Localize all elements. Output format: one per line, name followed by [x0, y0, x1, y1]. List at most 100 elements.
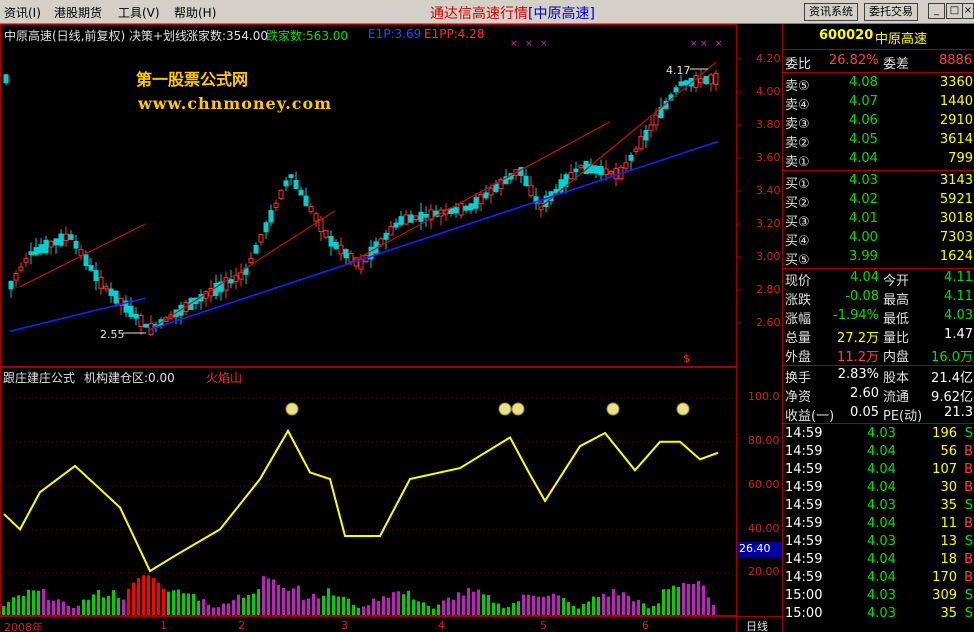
tick-volume: 170	[932, 570, 957, 585]
histogram-bar	[457, 592, 460, 615]
price-tick: 2.60	[756, 316, 781, 329]
candle-body	[313, 213, 319, 222]
candle-body	[3, 74, 9, 84]
candle-body	[228, 279, 234, 284]
histogram-bar	[82, 599, 85, 615]
stat-label: 收益(一)	[785, 409, 835, 424]
trade-button[interactable]: 委托交易	[864, 3, 918, 21]
candle-body	[13, 273, 19, 281]
stat-label: 流通	[883, 390, 910, 405]
tick-row: 15:00 4.03 35 S	[783, 605, 974, 624]
histogram-bar	[527, 594, 530, 615]
trend-line-red	[149, 210, 336, 331]
minimize-icon[interactable]: _	[928, 3, 945, 19]
tick-row: 14:59 4.04 30 B	[783, 479, 974, 498]
candle-body	[18, 266, 24, 271]
close-icon[interactable]: ×	[962, 3, 974, 19]
histogram-bar	[292, 588, 295, 615]
candle-body	[328, 236, 334, 247]
candle-body	[573, 168, 579, 173]
price-tick: 4.00	[756, 85, 781, 98]
histogram-bar	[117, 598, 120, 615]
tick-row: 15:00 4.03 309 S	[783, 587, 974, 606]
stock-name: 中原高速	[875, 32, 928, 47]
histogram-bar	[607, 596, 610, 615]
histogram-bar	[7, 601, 10, 615]
stat-value: -0.08	[845, 289, 879, 304]
menu-help[interactable]: 帮助(H)	[174, 4, 216, 21]
candle-body	[38, 244, 44, 254]
histogram-bar	[322, 595, 325, 615]
histogram-bar	[182, 593, 185, 615]
stat-value: 0.05	[850, 405, 879, 420]
histogram-bar	[297, 585, 300, 615]
tick-side: B	[964, 552, 973, 567]
histogram-bar	[682, 583, 685, 615]
menu-info[interactable]: 资讯(I)	[4, 4, 41, 21]
chart-area[interactable]: × × × × × × $ 中原高速(日线,前复权) 决策+划线 涨家数:354.00 跌家…	[0, 24, 782, 632]
histogram-bar	[327, 588, 330, 615]
candle-body	[403, 214, 409, 225]
tick-time: 14:59	[785, 444, 823, 459]
ask-row: 卖④ 4.07 1440	[783, 93, 974, 113]
ask-row: 卖⑤ 4.08 3360	[783, 74, 974, 94]
histogram-bar	[107, 595, 110, 615]
menu-hk-futures[interactable]: 港股期货	[54, 4, 102, 21]
histogram-bar	[592, 596, 595, 615]
indicator-tick: 20.00	[748, 565, 780, 578]
ask-price: 4.07	[849, 94, 878, 109]
tick-time: 15:00	[785, 588, 823, 603]
stat-label: 涨幅	[785, 312, 812, 327]
candle-body	[398, 216, 404, 225]
histogram-bar	[97, 589, 100, 615]
maximize-icon[interactable]: □	[946, 3, 963, 19]
indicator-current-value: 26.40	[737, 542, 781, 557]
bid-row: 买① 4.03 3143	[783, 172, 974, 192]
candle-body	[703, 75, 709, 85]
candle-body	[93, 270, 99, 282]
stock-code: 600020	[819, 28, 874, 43]
price-tick: 3.80	[756, 118, 781, 131]
histogram-bar	[687, 583, 690, 615]
bid-volume: 3018	[939, 211, 973, 226]
candle-body	[408, 214, 414, 223]
tick-side: B	[964, 516, 973, 531]
candle-body	[233, 274, 239, 283]
stat-row: 现价 4.04 今开 4.11	[783, 269, 974, 289]
histogram-bar	[477, 589, 480, 615]
chart-header-down: 跌家数:563.00	[266, 29, 349, 43]
news-system-button[interactable]: 资讯系统	[804, 3, 858, 21]
ask-label: 卖③	[785, 117, 810, 132]
period-label[interactable]: 日线	[746, 618, 768, 632]
indicator-tick: 100.0	[748, 390, 780, 403]
histogram-bar	[62, 601, 65, 615]
candle-body	[138, 314, 144, 328]
histogram-bar	[467, 588, 470, 615]
histogram-bar	[432, 608, 435, 615]
weibi-value: 26.82%	[829, 53, 879, 68]
histogram-bar	[407, 590, 410, 615]
candle-body	[458, 202, 464, 216]
candle-body	[263, 222, 269, 233]
histogram-bar	[267, 578, 270, 615]
signal-marker: ×	[510, 39, 518, 49]
price-tick: 3.20	[756, 217, 781, 230]
candle-body	[638, 136, 644, 150]
histogram-bar	[587, 601, 590, 615]
app-title-stock: [中原高速]	[528, 6, 595, 22]
tick-row: 14:59 4.04 11 B	[783, 515, 974, 534]
candle-body	[273, 202, 279, 208]
trend-line-blue	[149, 140, 719, 331]
candle-body	[108, 288, 114, 296]
candle-body	[103, 285, 109, 290]
quote-title: 600020 中原高速	[783, 27, 974, 47]
bid-volume: 7303	[939, 230, 973, 245]
tick-row: 14:59 4.04 170 B	[783, 569, 974, 588]
menu-bar: 资讯(I) 港股期货 工具(V) 帮助(H) 通达信高速行情[中原高速] 资讯系…	[0, 0, 974, 24]
menu-tools[interactable]: 工具(V)	[118, 4, 160, 21]
candle-body	[378, 238, 384, 246]
histogram-bar	[532, 595, 535, 615]
candle-body	[278, 189, 284, 199]
candle-body	[713, 72, 719, 85]
histogram-bar	[382, 596, 385, 615]
